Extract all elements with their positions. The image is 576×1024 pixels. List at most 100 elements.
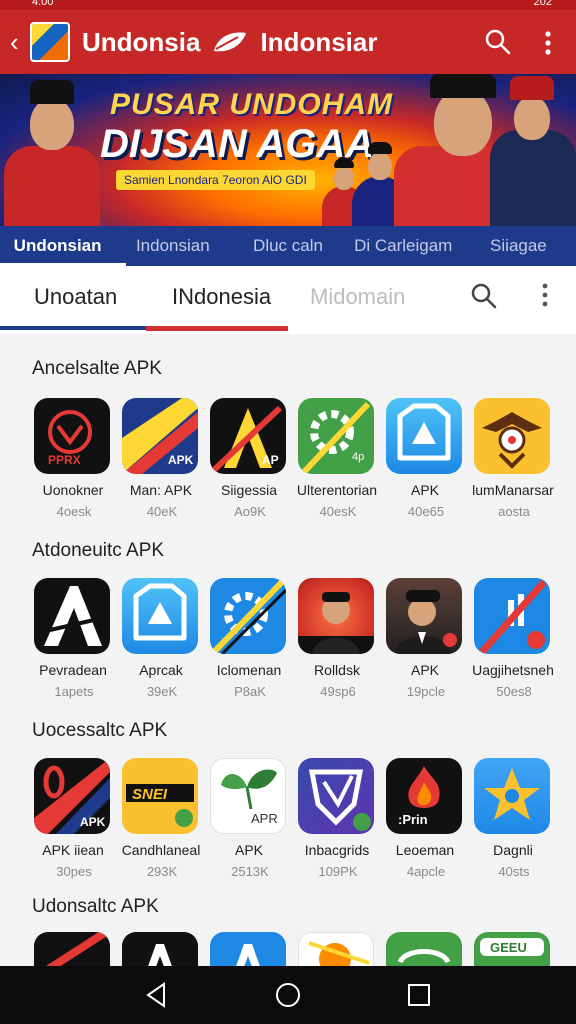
app-name: APK bbox=[234, 842, 263, 858]
app-name: Aprcak bbox=[139, 662, 183, 678]
app-tile[interactable]: Aprcak 39eK bbox=[122, 578, 202, 699]
icon-label: PPRX bbox=[48, 453, 81, 467]
app-tile[interactable]: APK 40e65 bbox=[386, 398, 466, 519]
snei-logo-icon: SNEI bbox=[122, 758, 198, 834]
app-title-secondary: Indonsiar bbox=[260, 26, 378, 57]
app-tile[interactable] bbox=[298, 932, 378, 966]
tab-di-carleigam[interactable]: Di Carleigam bbox=[346, 236, 461, 256]
section-title: Udonsaltc APK bbox=[32, 896, 159, 917]
app-tile[interactable]: Iclomenan P8aK bbox=[210, 578, 290, 699]
app-size: 19pcle bbox=[406, 684, 446, 699]
app-tile[interactable]: APK 19pcle bbox=[386, 578, 466, 699]
app-name: Ulterentorian bbox=[296, 482, 378, 498]
app-tile[interactable]: GEEU bbox=[474, 932, 554, 966]
app-size: 40e65 bbox=[407, 504, 445, 519]
garuda-icon bbox=[474, 398, 550, 474]
tab-undonsian[interactable]: Undonsian bbox=[0, 236, 115, 256]
app-tile[interactable]: :Prin Leoeman 4apcle bbox=[386, 758, 466, 879]
tab-siiagae[interactable]: Siiagae bbox=[461, 236, 576, 256]
tab-unoatan[interactable]: Unoatan bbox=[34, 284, 117, 310]
back-nav-icon[interactable] bbox=[142, 980, 172, 1010]
app-tile[interactable]: lumManarsar aosta bbox=[472, 398, 554, 519]
app-tile[interactable] bbox=[210, 932, 290, 966]
app-tile[interactable]: 4p Ulterentorian 40esK bbox=[297, 398, 378, 519]
app-name: Dagnli bbox=[493, 842, 533, 858]
app-section-4: Udonsaltc APK GEEU bbox=[0, 896, 576, 966]
status-bar: 4:00 202 bbox=[0, 0, 576, 10]
more-icon[interactable] bbox=[538, 282, 552, 308]
tab-indonsian[interactable]: Indonsian bbox=[115, 236, 230, 256]
app-size: 40sts bbox=[498, 864, 530, 879]
shield-icon: PPRX bbox=[34, 398, 110, 474]
app-tile[interactable] bbox=[386, 932, 466, 966]
app-tile[interactable]: Pevradean 1apets bbox=[34, 578, 114, 699]
leaf-icon bbox=[214, 32, 247, 52]
app-section-1: Ancelsalte APK PPRX Uonokner 4oesk APK M… bbox=[0, 358, 576, 528]
promo-banner[interactable]: PUSAR UNDOHAM DIJSAN AGAA Samien Lnondar… bbox=[0, 74, 576, 226]
home-nav-icon[interactable] bbox=[273, 980, 303, 1010]
back-icon[interactable]: ‹ bbox=[10, 29, 28, 55]
search-icon[interactable] bbox=[484, 28, 512, 56]
app-name: Pevradean bbox=[39, 662, 107, 678]
app-list: Ancelsalte APK PPRX Uonokner 4oesk APK M… bbox=[0, 334, 576, 966]
more-icon[interactable] bbox=[540, 30, 556, 56]
app-name: Uonokner bbox=[42, 482, 104, 498]
banner-headline: PUSAR UNDOHAM bbox=[110, 88, 393, 121]
app-size: 40esK bbox=[319, 504, 357, 519]
recents-nav-icon[interactable] bbox=[404, 980, 434, 1010]
app-tile[interactable]: Dagnli 40sts bbox=[474, 758, 554, 879]
tab-indonesia[interactable]: INdonesia bbox=[172, 284, 271, 310]
tab-indicator-red bbox=[146, 326, 288, 331]
star-icon bbox=[474, 758, 550, 834]
portrait-icon bbox=[386, 578, 462, 654]
banner-person-left bbox=[0, 74, 106, 226]
app-size: Ao9K bbox=[234, 504, 266, 519]
app-size: 50es8 bbox=[496, 684, 532, 699]
letter-a-icon bbox=[34, 578, 110, 654]
tab-dluc-caln[interactable]: Dluc caln bbox=[230, 236, 345, 256]
app-tile[interactable] bbox=[34, 932, 114, 966]
icon-label: :Prin bbox=[398, 812, 428, 827]
app-tile[interactable]: Inbacgrids 109PK bbox=[298, 758, 378, 879]
leaf-icon bbox=[386, 932, 462, 966]
app-size: 49sp6 bbox=[320, 684, 356, 699]
tab-midomain[interactable]: Midomain bbox=[310, 284, 405, 310]
search-icon[interactable] bbox=[470, 282, 498, 310]
icon-label: SNEI bbox=[132, 786, 168, 803]
app-tile[interactable]: Uagjihetsneh 50es8 bbox=[472, 578, 554, 699]
app-size: 30pes bbox=[56, 864, 92, 879]
status-time: 4:00 bbox=[32, 0, 54, 8]
app-tile[interactable]: APK APK iiean 30pes bbox=[34, 758, 114, 879]
bag-icon bbox=[386, 398, 462, 474]
app-name: APK bbox=[410, 662, 439, 678]
category-tabs: Undonsian Indonsian Dluc caln Di Carleig… bbox=[0, 226, 576, 266]
app-tile[interactable] bbox=[122, 932, 202, 966]
app-section-2: Atdoneuitc APK Pevradean 1apets Aprcak 3… bbox=[0, 540, 576, 710]
gear-icon bbox=[210, 578, 286, 654]
app-section-3: Uocessaltc APK APK APK iiean 30pes SNEI bbox=[0, 720, 576, 890]
secondary-tabs: Unoatan INdonesia Midomain bbox=[0, 266, 576, 334]
app-size: 39eK bbox=[146, 684, 178, 699]
app-name: Uagjihetsneh bbox=[472, 662, 554, 678]
banner-person-right bbox=[490, 74, 576, 226]
app-title: Undonsia bbox=[82, 26, 201, 57]
leaf-icon: APR bbox=[210, 758, 286, 834]
app-tile[interactable]: APK Man: APK 40eK bbox=[122, 398, 202, 519]
app-name: Inbacgrids bbox=[304, 842, 370, 858]
letter-a-icon bbox=[210, 932, 286, 966]
app-size: P8aK bbox=[234, 684, 266, 699]
app-name: APK iiean bbox=[42, 842, 104, 858]
tab-indicator-blue bbox=[0, 326, 146, 330]
app-tile[interactable]: APR APK 2513K bbox=[210, 758, 290, 879]
app-size: 293K bbox=[146, 864, 178, 879]
icon-label: APK bbox=[80, 815, 106, 829]
app-tile[interactable]: SNEI Candhlaneal 293K bbox=[122, 758, 202, 879]
app-tile[interactable]: AP Siigessia Ao9K bbox=[210, 398, 290, 519]
app-name: Man: APK bbox=[129, 482, 193, 498]
icon-label: 4p bbox=[352, 451, 364, 463]
navigation-bar bbox=[0, 966, 576, 1024]
app-tile[interactable]: PPRX Uonokner 4oesk bbox=[34, 398, 114, 519]
app-tile[interactable]: Rolldsk 49sp6 bbox=[298, 578, 378, 699]
geeu-logo-icon: GEEU bbox=[474, 932, 550, 966]
app-bar: ‹ Undonsia Indonsiar bbox=[0, 10, 576, 74]
